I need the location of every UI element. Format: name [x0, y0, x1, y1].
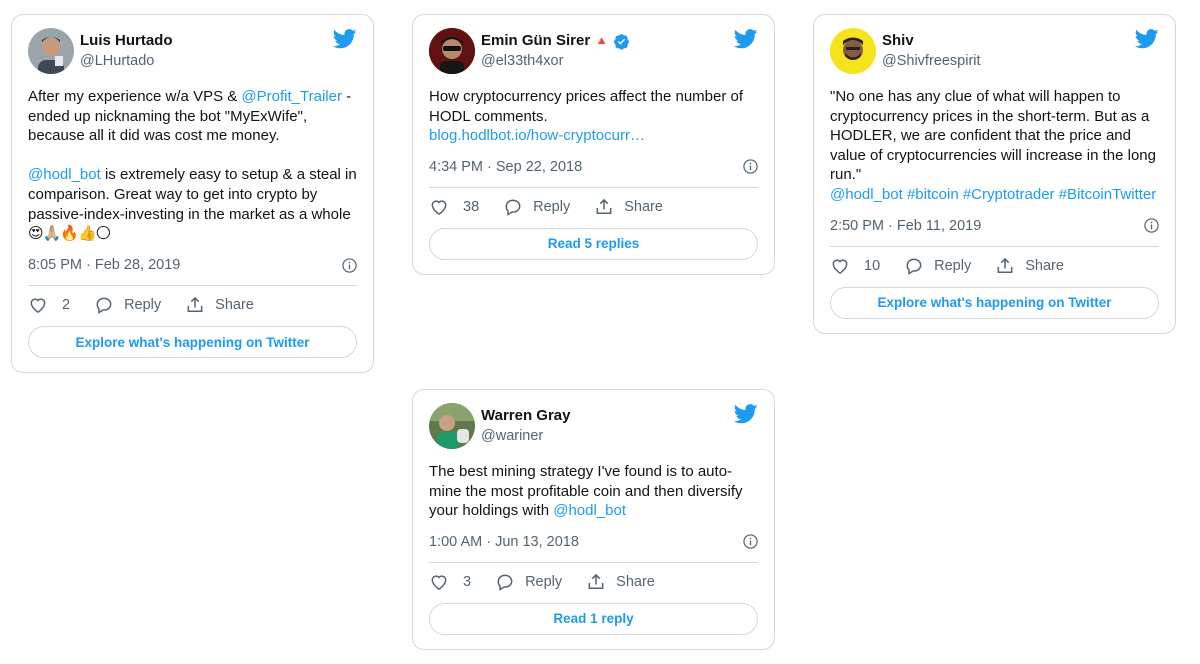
tweet-header: Emin Gün Sirer 🔺 @el33th4xor	[429, 27, 758, 75]
tweet-text: How cryptocurrency prices affect the num…	[429, 87, 758, 146]
handle[interactable]: @el33th4xor	[481, 51, 630, 71]
hashtag-link[interactable]: #bitcoin	[907, 186, 959, 203]
mention-link[interactable]: @hodl_bot	[830, 186, 903, 203]
tweet-card[interactable]: Warren Gray @wariner The best mining str…	[412, 389, 775, 650]
tweet-text: "No one has any clue of what will happen…	[830, 87, 1159, 205]
tweet-header: Shiv @Shivfreespirit	[830, 27, 1159, 75]
info-icon[interactable]	[743, 159, 758, 174]
reply-label: Reply	[525, 573, 563, 590]
timestamp[interactable]: 2:50 PM · Feb 11, 2019	[830, 218, 981, 234]
info-icon[interactable]	[1144, 218, 1159, 233]
display-name[interactable]: Warren Gray	[481, 406, 570, 426]
read-replies-button[interactable]: Read 5 replies	[429, 227, 758, 260]
reply-button[interactable]: Reply	[904, 256, 971, 276]
handle[interactable]: @wariner	[481, 426, 570, 446]
like-button[interactable]: 10	[830, 256, 880, 276]
tweet-emojis: 😍🙏🏼🔥👍🌕	[28, 225, 111, 243]
tweet-text: The best mining strategy I've found is t…	[429, 462, 758, 521]
tweet-text-segment: How cryptocurrency prices affect the num…	[429, 88, 744, 125]
avatar[interactable]	[429, 403, 475, 449]
share-icon	[596, 198, 612, 214]
avatar[interactable]	[429, 28, 475, 74]
mention-link[interactable]: @hodl_bot	[28, 166, 101, 183]
share-label: Share	[624, 198, 663, 215]
handle[interactable]: @LHurtado	[80, 51, 173, 71]
tweet-text-segment: "No one has any clue of what will happen…	[830, 88, 1156, 184]
reply-button[interactable]: Reply	[503, 197, 570, 217]
explore-button[interactable]: Explore what's happening on Twitter	[830, 286, 1159, 319]
display-name[interactable]: Luis Hurtado	[80, 31, 173, 51]
twitter-bird-icon[interactable]	[734, 29, 758, 49]
twitter-bird-icon[interactable]	[333, 29, 357, 49]
like-count: 10	[864, 257, 881, 274]
info-icon[interactable]	[743, 534, 758, 549]
share-icon	[588, 573, 604, 589]
info-icon[interactable]	[342, 257, 357, 273]
like-count: 2	[62, 297, 71, 314]
heart-icon	[30, 298, 46, 314]
timestamp[interactable]: 1:00 AM · Jun 13, 2018	[429, 534, 579, 550]
reply-bubble-icon	[505, 199, 521, 216]
hashtag-link[interactable]: #BitcoinTwitter	[1059, 186, 1157, 203]
like-button[interactable]: 3	[429, 572, 471, 592]
mention-link[interactable]: @Profit_Trailer	[241, 88, 342, 105]
mention-link[interactable]: @hodl_bot	[553, 502, 626, 519]
share-button[interactable]: Share	[995, 256, 1064, 276]
like-button[interactable]: 2	[28, 295, 70, 315]
share-icon	[997, 257, 1013, 273]
display-name[interactable]: Shiv	[882, 31, 981, 51]
twitter-bird-icon[interactable]	[734, 404, 758, 424]
read-replies-button[interactable]: Read 1 reply	[429, 602, 758, 635]
share-button[interactable]: Share	[586, 572, 655, 592]
reply-bubble-icon	[906, 258, 922, 275]
share-icon	[187, 297, 203, 313]
share-label: Share	[1025, 257, 1064, 274]
like-count: 3	[463, 573, 472, 590]
tweet-card[interactable]: Emin Gün Sirer 🔺 @el33th4xor How cryptocu…	[412, 14, 775, 275]
share-button[interactable]: Share	[594, 197, 663, 217]
tweet-text: After my experience w/a VPS & @Profit_Tr…	[28, 87, 357, 224]
avatar[interactable]	[28, 28, 74, 74]
heart-icon	[832, 259, 848, 274]
twitter-bird-icon[interactable]	[1135, 29, 1159, 49]
reply-bubble-icon	[96, 297, 112, 314]
tweet-card[interactable]: Shiv @Shivfreespirit "No one has any clu…	[813, 14, 1176, 334]
reply-button[interactable]: Reply	[94, 295, 161, 315]
timestamp[interactable]: 8:05 PM · Feb 28, 2019	[28, 257, 180, 273]
tweet-card[interactable]: Luis Hurtado @LHurtado After my experien…	[11, 14, 374, 374]
red-triangle-emoji: 🔺	[594, 34, 610, 48]
verified-badge-icon	[614, 33, 630, 50]
reply-label: Reply	[124, 297, 162, 314]
timestamp[interactable]: 4:34 PM · Sep 22, 2018	[429, 159, 582, 175]
share-button[interactable]: Share	[185, 295, 254, 315]
reply-button[interactable]: Reply	[495, 572, 562, 592]
tweet-text-segment: After my experience w/a VPS &	[28, 88, 242, 105]
avatar[interactable]	[830, 28, 876, 74]
heart-icon	[431, 575, 447, 590]
url-link[interactable]: blog.hodlbot.io/how-cryptocurr…	[429, 127, 645, 144]
tweet-header: Warren Gray @wariner	[429, 402, 758, 450]
handle[interactable]: @Shivfreespirit	[882, 51, 981, 71]
share-label: Share	[616, 573, 655, 590]
reply-label: Reply	[934, 257, 972, 274]
heart-icon	[431, 200, 447, 215]
like-count: 38	[463, 198, 480, 215]
display-name[interactable]: Emin Gün Sirer 🔺	[481, 31, 630, 51]
reply-bubble-icon	[497, 574, 513, 591]
like-button[interactable]: 38	[429, 197, 479, 217]
explore-button[interactable]: Explore what's happening on Twitter	[28, 326, 357, 359]
tweet-header: Luis Hurtado @LHurtado	[28, 27, 357, 75]
hashtag-link[interactable]: #Cryptotrader	[963, 186, 1055, 203]
share-label: Share	[215, 297, 254, 314]
reply-label: Reply	[533, 198, 571, 215]
